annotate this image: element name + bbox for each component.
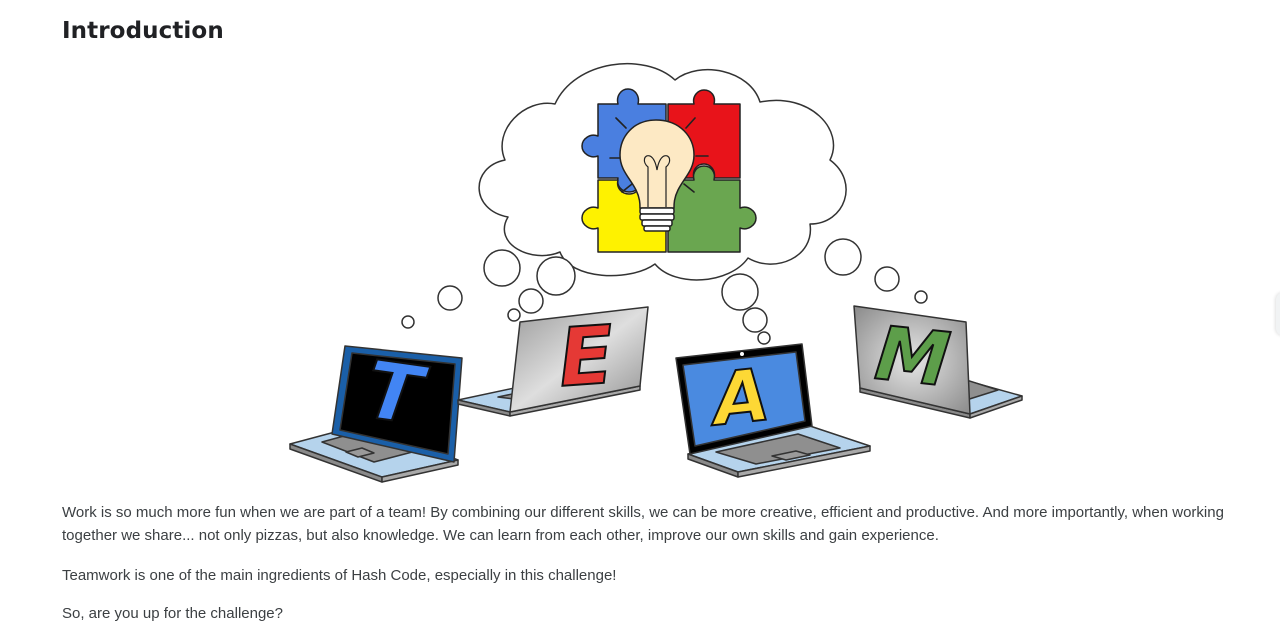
letter-m: M: [871, 311, 953, 404]
challenge-question: So, are you up for the challenge?: [62, 605, 283, 622]
team-illustration: T E A M: [289, 62, 1023, 483]
intro-paragraph: Work is so much more fun when we are par…: [62, 504, 1224, 544]
laptop-e: E: [457, 306, 649, 417]
laptop-a: A: [675, 343, 871, 478]
letter-e: E: [556, 308, 617, 405]
laptop-icon: [675, 343, 871, 478]
laptop-icon: [457, 306, 649, 417]
page-title: Introduction: [62, 18, 224, 44]
teamwork-paragraph: Teamwork is one of the main ingredients …: [62, 567, 617, 584]
laptop-m: M: [853, 305, 1023, 419]
side-panel-handle[interactable]: [1276, 292, 1280, 336]
laptop-t: T: [289, 342, 463, 483]
